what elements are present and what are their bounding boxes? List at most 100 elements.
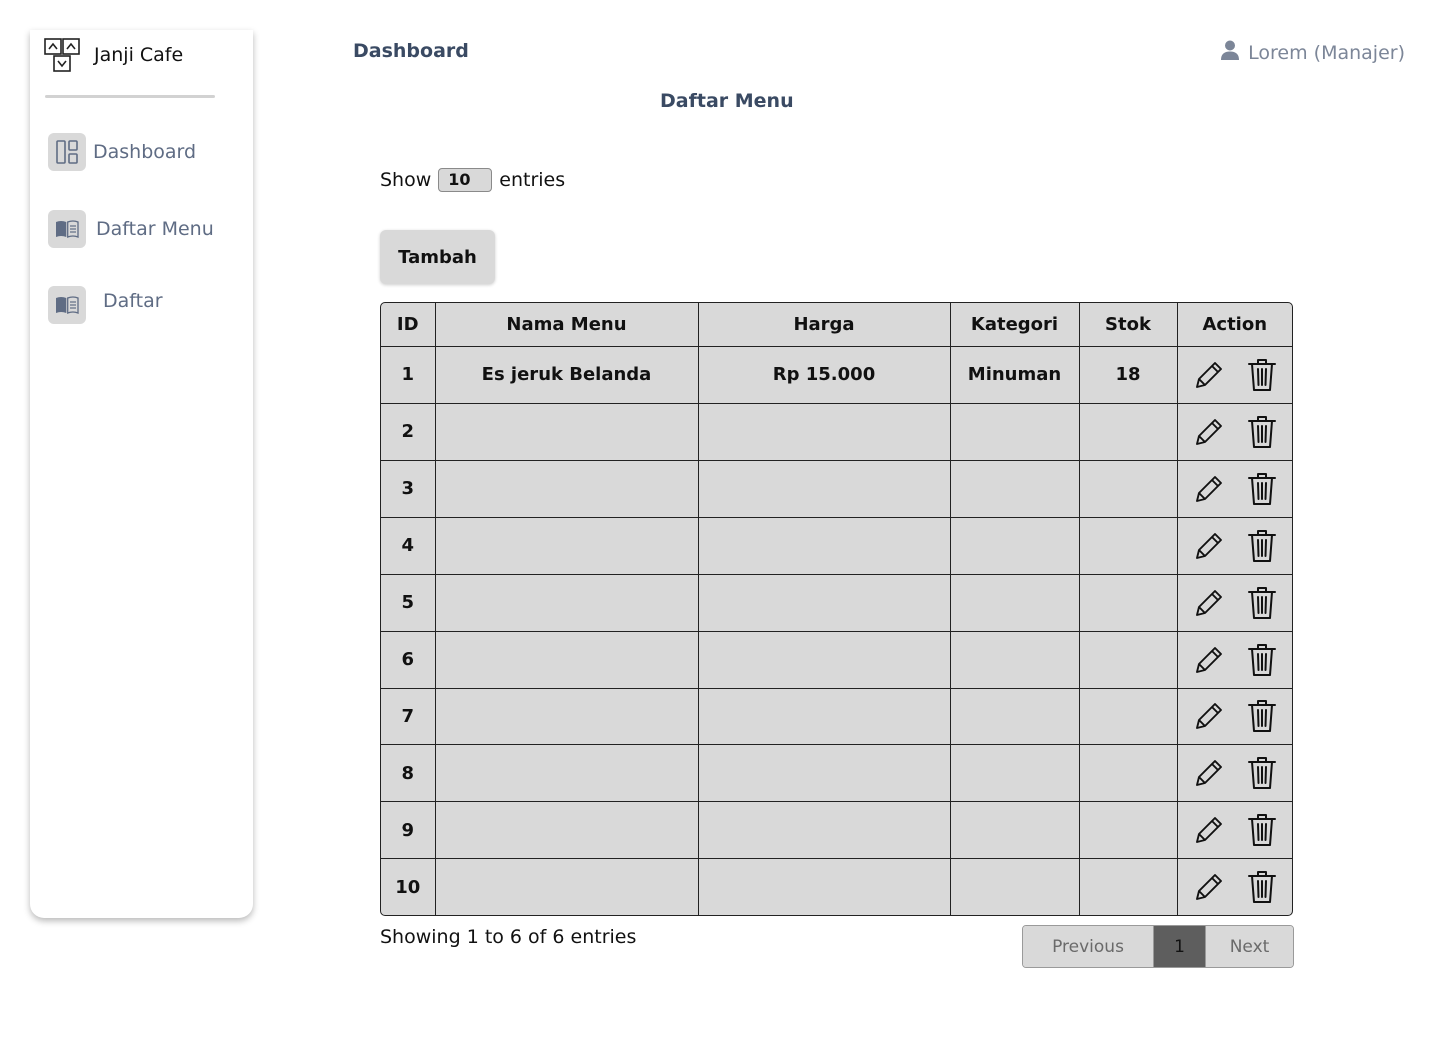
table-header-row: ID Nama Menu Harga Kategori Stok Action — [381, 303, 1292, 347]
pencil-icon[interactable] — [1193, 587, 1225, 619]
nama-menu-cell — [435, 858, 699, 915]
stok-cell — [1079, 460, 1178, 518]
column-header-nama-menu[interactable]: Nama Menu — [435, 303, 699, 347]
nama-menu-cell — [435, 744, 699, 803]
page-1-button[interactable]: 1 — [1154, 926, 1205, 967]
pencil-icon[interactable] — [1193, 644, 1225, 676]
kategori-cell — [950, 460, 1080, 518]
pencil-icon[interactable] — [1193, 473, 1225, 505]
column-header-kategori[interactable]: Kategori — [950, 303, 1080, 347]
sidebar-item-daftar[interactable]: Daftar — [48, 286, 163, 324]
trash-icon[interactable] — [1247, 756, 1277, 790]
stok-cell — [1079, 801, 1178, 860]
previous-page-button[interactable]: Previous — [1023, 926, 1154, 967]
stok-cell — [1079, 688, 1178, 746]
id-cell: 10 — [381, 858, 436, 915]
row-actions — [1178, 529, 1293, 563]
brand-name: Janji Cafe — [94, 44, 184, 66]
nama-menu-cell — [435, 688, 699, 746]
trash-icon[interactable] — [1247, 870, 1277, 904]
column-header-id[interactable]: ID — [381, 303, 436, 347]
nama-menu-cell: Es jeruk Belanda — [435, 346, 699, 404]
kategori-cell — [950, 858, 1080, 915]
harga-cell — [698, 801, 951, 860]
action-cell — [1177, 631, 1293, 689]
entries-select[interactable]: 10 — [438, 168, 493, 192]
kategori-cell: Minuman — [950, 346, 1080, 404]
trash-icon[interactable] — [1247, 813, 1277, 847]
sidebar-item-label: Daftar — [103, 290, 163, 312]
harga-cell — [698, 744, 951, 803]
pencil-icon[interactable] — [1193, 814, 1225, 846]
row-actions — [1178, 813, 1293, 847]
nama-menu-cell — [435, 460, 699, 518]
action-cell — [1177, 744, 1293, 803]
table-row: 3 — [381, 460, 1292, 518]
action-cell — [1177, 801, 1293, 860]
row-actions — [1178, 643, 1293, 677]
sidebar-item-dashboard[interactable]: Dashboard — [48, 133, 196, 171]
trash-icon[interactable] — [1247, 472, 1277, 506]
pencil-icon[interactable] — [1193, 359, 1225, 391]
row-actions — [1178, 586, 1293, 620]
id-cell: 4 — [381, 517, 436, 575]
nama-menu-cell — [435, 403, 699, 461]
id-cell: 8 — [381, 744, 436, 803]
id-cell: 6 — [381, 631, 436, 689]
table-row: 1 Es jeruk Belanda Rp 15.000 Minuman 18 — [381, 346, 1292, 404]
column-header-stok[interactable]: Stok — [1079, 303, 1178, 347]
trash-icon[interactable] — [1247, 643, 1277, 677]
action-cell — [1177, 859, 1292, 915]
user-icon — [1221, 40, 1248, 65]
user-menu[interactable]: Lorem (Manajer) — [1221, 40, 1405, 65]
stok-cell — [1079, 403, 1178, 461]
kategori-cell — [950, 574, 1080, 632]
page-title: Daftar Menu — [660, 90, 794, 112]
harga-cell — [698, 631, 951, 689]
kategori-cell — [950, 801, 1080, 860]
pencil-icon[interactable] — [1193, 871, 1225, 903]
pagination: Previous 1 Next — [1022, 925, 1294, 968]
id-cell: 7 — [381, 688, 436, 746]
stok-cell — [1079, 574, 1178, 632]
stok-cell — [1079, 631, 1178, 689]
pencil-icon[interactable] — [1193, 700, 1225, 732]
show-label: Show — [380, 169, 432, 191]
trash-icon[interactable] — [1247, 699, 1277, 733]
sidebar-divider — [45, 95, 215, 98]
header-title: Dashboard — [353, 40, 469, 62]
pencil-icon[interactable] — [1193, 416, 1225, 448]
harga-cell — [698, 688, 951, 746]
trash-icon[interactable] — [1247, 415, 1277, 449]
sidebar-item-label: Dashboard — [93, 141, 197, 163]
id-cell: 2 — [381, 403, 436, 461]
trash-icon[interactable] — [1247, 529, 1277, 563]
harga-cell — [698, 403, 951, 461]
trash-icon[interactable] — [1247, 358, 1277, 392]
stok-cell — [1079, 744, 1178, 803]
sidebar: Janji Cafe Dashboard Daftar Menu Daftar — [30, 30, 253, 918]
nama-menu-cell — [435, 631, 699, 689]
pencil-icon[interactable] — [1193, 530, 1225, 562]
table-row: 9 — [381, 801, 1293, 860]
kategori-cell — [950, 403, 1080, 461]
sidebar-item-daftar-menu[interactable]: Daftar Menu — [48, 210, 214, 248]
action-cell — [1177, 517, 1293, 575]
column-header-harga[interactable]: Harga — [698, 303, 951, 347]
entries-label: entries — [499, 169, 566, 191]
table-row: 7 — [381, 688, 1292, 746]
action-cell — [1177, 403, 1293, 461]
show-entries: Show 10 entries — [380, 168, 565, 192]
row-actions — [1178, 415, 1293, 449]
brand[interactable]: Janji Cafe — [44, 37, 183, 73]
pencil-icon[interactable] — [1193, 757, 1225, 789]
id-cell: 3 — [381, 460, 436, 518]
kategori-cell — [950, 688, 1080, 746]
add-button[interactable]: Tambah — [380, 230, 495, 284]
nama-menu-cell — [435, 574, 699, 632]
next-page-button[interactable]: Next — [1205, 926, 1293, 967]
trash-icon[interactable] — [1247, 586, 1277, 620]
id-cell: 5 — [381, 574, 436, 632]
row-actions — [1178, 756, 1293, 790]
table-row: 4 — [381, 517, 1293, 575]
